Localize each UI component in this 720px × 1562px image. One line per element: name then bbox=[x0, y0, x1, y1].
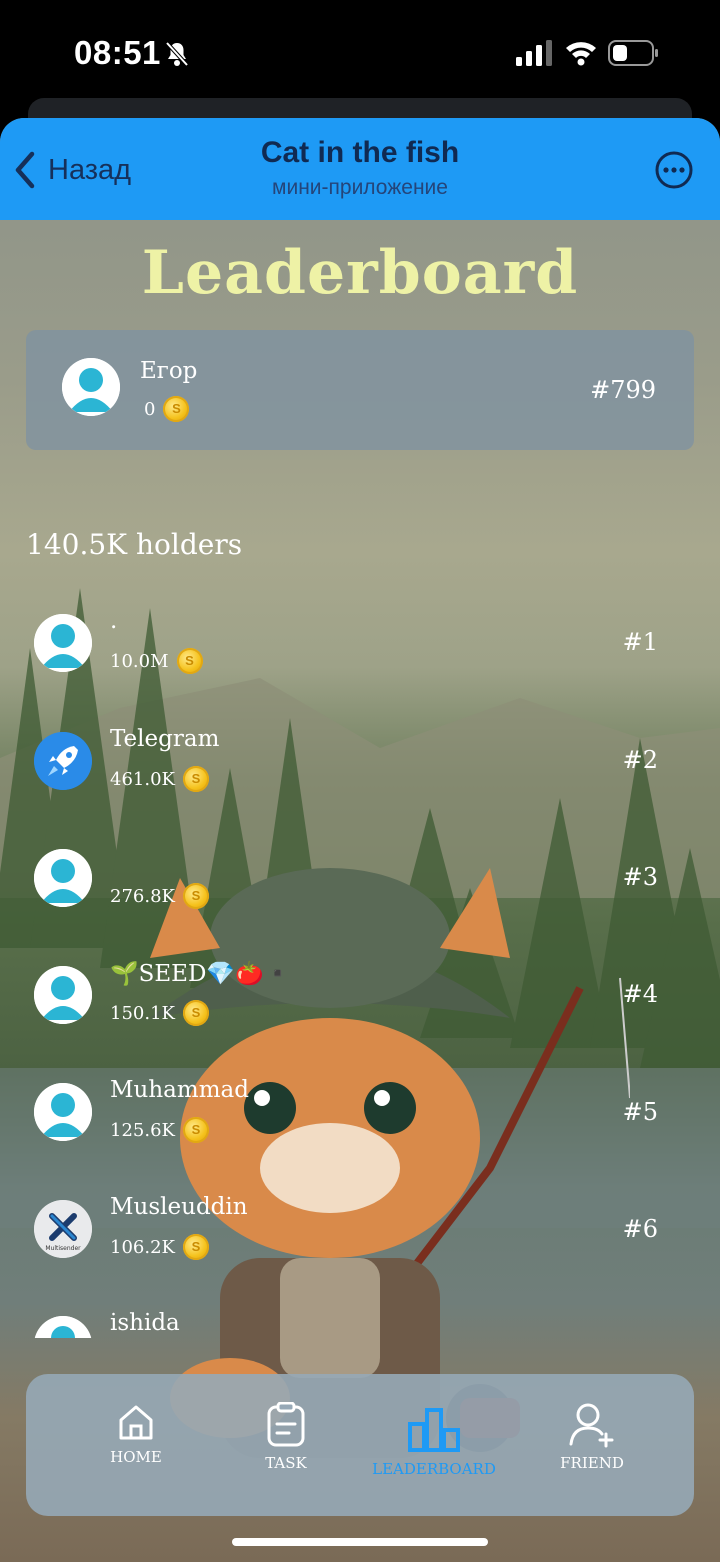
home-icon bbox=[119, 1405, 153, 1440]
add-friend-icon bbox=[569, 1403, 614, 1448]
leader-score: 276.8K bbox=[110, 883, 209, 909]
tab-label: TASK bbox=[265, 1454, 307, 1472]
user-avatar-icon bbox=[34, 849, 92, 907]
tab-label: HOME bbox=[110, 1448, 162, 1466]
leader-rank: #1 bbox=[622, 628, 658, 656]
leader-name: Musleuddin bbox=[110, 1194, 248, 1220]
leader-rank: #2 bbox=[622, 746, 658, 774]
status-time: 08:51 bbox=[74, 34, 161, 71]
leader-score-value: 276.8K bbox=[110, 885, 175, 907]
my-rank: #799 bbox=[590, 376, 656, 404]
coin-icon bbox=[182, 1117, 209, 1143]
tab-home[interactable]: HOME bbox=[86, 1402, 186, 1466]
user-avatar-icon bbox=[34, 1083, 92, 1141]
leader-name: Telegram bbox=[110, 726, 220, 752]
coin-icon bbox=[182, 766, 209, 792]
leader-score-value: 461.0K bbox=[110, 768, 175, 790]
tab-task[interactable]: TASK bbox=[236, 1402, 336, 1472]
leader-score-value: 10.0M bbox=[110, 650, 169, 672]
tab-leaderboard[interactable]: LEADERBOARD bbox=[356, 1406, 512, 1478]
more-options-icon[interactable] bbox=[654, 150, 694, 190]
clipboard-icon bbox=[267, 1402, 305, 1447]
tab-label: FRIEND bbox=[560, 1454, 624, 1472]
leader-score: 10.0M bbox=[110, 648, 203, 674]
coin-icon bbox=[176, 648, 203, 674]
my-score: 0 bbox=[144, 396, 190, 422]
coin-icon bbox=[163, 396, 190, 422]
battery-icon bbox=[608, 40, 658, 66]
avatar bbox=[34, 1083, 92, 1141]
silent-bell-icon bbox=[165, 41, 189, 67]
coin-icon bbox=[182, 1234, 209, 1260]
cellular-signal-icon bbox=[516, 40, 552, 66]
coin-icon bbox=[182, 883, 209, 909]
leader-score: 125.6K bbox=[110, 1117, 209, 1143]
avatar bbox=[34, 614, 92, 672]
leader-score-value: 106.2K bbox=[110, 1236, 175, 1258]
leader-score-value: 125.6K bbox=[110, 1119, 175, 1141]
avatar bbox=[34, 1316, 92, 1338]
wifi-icon bbox=[566, 42, 596, 66]
leader-name: ishida bbox=[110, 1310, 180, 1336]
page-title: Leaderboard bbox=[141, 238, 579, 308]
app-title: Cat in the fish bbox=[260, 136, 460, 169]
mini-app-sheet: Назад Cat in the fish мини-приложение Le… bbox=[0, 118, 720, 1562]
multisender-logo-text: Multisender bbox=[45, 1245, 81, 1252]
leader-row: ishida bbox=[0, 1308, 720, 1338]
leader-score-value: 150.1K bbox=[110, 1002, 175, 1024]
leader-rank: #5 bbox=[622, 1098, 658, 1126]
multisender-avatar-icon: Multisender bbox=[34, 1200, 92, 1258]
avatar bbox=[34, 966, 92, 1024]
avatar bbox=[34, 732, 92, 790]
avatar: Multisender bbox=[34, 1200, 92, 1258]
leader-score: 150.1K bbox=[110, 1000, 209, 1026]
holders-count: 140.5K holders bbox=[26, 528, 243, 561]
user-avatar-icon bbox=[34, 1316, 92, 1338]
coin-icon bbox=[182, 1000, 209, 1026]
leader-name: . bbox=[110, 608, 118, 634]
tab-friend[interactable]: FRIEND bbox=[536, 1402, 648, 1472]
leader-rank: #3 bbox=[622, 863, 658, 891]
user-avatar-icon bbox=[62, 358, 120, 416]
tab-label: LEADERBOARD bbox=[372, 1460, 496, 1478]
my-name: Егор bbox=[140, 358, 198, 384]
leader-rank: #4 bbox=[622, 980, 658, 1008]
leader-name: 🌱SEED💎🍅▪️ bbox=[110, 961, 293, 987]
user-avatar-icon bbox=[34, 966, 92, 1024]
leader-score: 461.0K bbox=[110, 766, 209, 792]
mini-app-header: Назад Cat in the fish мини-приложение bbox=[0, 118, 720, 220]
home-indicator[interactable] bbox=[232, 1538, 488, 1546]
rocket-avatar-icon bbox=[34, 732, 92, 790]
leader-name: Muhammad bbox=[110, 1077, 249, 1103]
my-rank-card: Егор 0 #799 bbox=[26, 330, 694, 450]
leader-score: 106.2K bbox=[110, 1234, 209, 1260]
leader-rank: #6 bbox=[622, 1215, 658, 1243]
leaderboard-icon bbox=[408, 1408, 460, 1452]
my-score-value: 0 bbox=[144, 398, 156, 420]
status-bar: 08:51 bbox=[0, 0, 720, 100]
avatar bbox=[62, 358, 120, 416]
avatar bbox=[34, 849, 92, 907]
user-avatar-icon bbox=[34, 614, 92, 672]
app-subtitle: мини-приложение bbox=[272, 176, 448, 199]
bottom-tab-bar: HOME TASK LEADERBOARD FRIEND bbox=[26, 1374, 694, 1516]
